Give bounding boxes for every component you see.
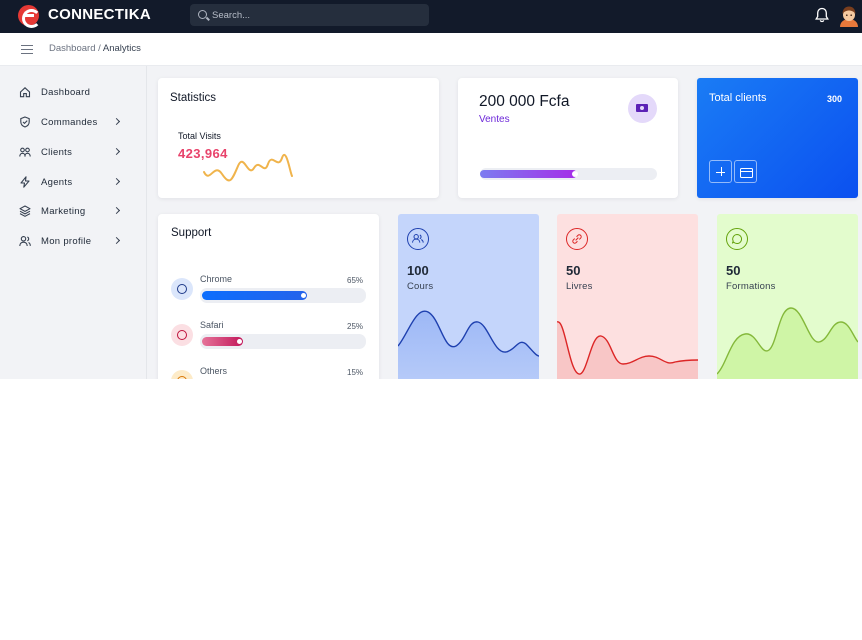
- total-clients-card: Total clients 300: [697, 78, 858, 198]
- shield-icon: [20, 116, 30, 128]
- cours-wave: [398, 310, 539, 379]
- sidebar-item-commandes[interactable]: Commandes: [0, 110, 147, 134]
- sidebar-item-label: Dashboard: [41, 87, 91, 98]
- menu-toggle-icon[interactable]: [21, 45, 33, 54]
- logo-icon[interactable]: [18, 5, 41, 28]
- sales-card: 200 000 Fcfa Ventes: [458, 78, 678, 198]
- sidebar-item-label: Clients: [41, 147, 73, 158]
- support-percent: 65%: [347, 276, 364, 285]
- support-row-safari: Safari 25%: [158, 320, 379, 360]
- lightning-icon: [20, 176, 30, 188]
- users-icon: [407, 228, 429, 250]
- livres-wave: [557, 321, 698, 379]
- sales-amount: 200 000 Fcfa: [479, 93, 570, 110]
- top-bar: CONNECTIKA: [0, 0, 862, 33]
- statistics-title: Statistics: [170, 92, 217, 104]
- chevron-right-icon: [112, 206, 121, 215]
- livres-label: Livres: [566, 281, 593, 292]
- credit-card-button[interactable]: [734, 160, 757, 183]
- compass-icon: [171, 324, 193, 346]
- user-icon: [19, 236, 31, 247]
- support-name: Others: [200, 366, 228, 376]
- support-row-chrome: Chrome 65%: [158, 274, 379, 314]
- formations-card[interactable]: 50 Formations: [717, 214, 858, 379]
- search-icon: [198, 10, 207, 19]
- sidebar-item-label: Commandes: [41, 117, 98, 128]
- formations-wave: [717, 307, 858, 379]
- sidebar-item-label: Marketing: [41, 206, 86, 217]
- sidebar-item-agents[interactable]: Agents: [0, 170, 147, 194]
- support-title: Support: [171, 227, 212, 239]
- dashboard-app: CONNECTIKA Dashboard / Analytics Das: [0, 0, 862, 379]
- layers-icon: [19, 205, 31, 217]
- globe-icon: [171, 370, 193, 379]
- visits-sparkline: [203, 154, 293, 182]
- sales-progress-fill: [480, 170, 578, 178]
- breadcrumb: Dashboard / Analytics: [49, 43, 141, 54]
- sidebar-item-label: Agents: [41, 177, 73, 188]
- search-input[interactable]: [212, 6, 422, 24]
- breadcrumb-current: Analytics: [102, 43, 141, 54]
- support-percent: 15%: [347, 368, 364, 377]
- support-progress-fill: [202, 337, 243, 346]
- formations-label: Formations: [726, 281, 776, 292]
- add-client-button[interactable]: [709, 160, 732, 183]
- sidebar-item-label: Mon profile: [41, 236, 92, 247]
- sales-label: Ventes: [479, 114, 510, 125]
- sidebar: Dashboard Commandes Clients Agents Marke…: [0, 66, 147, 379]
- support-progress-fill: [202, 291, 307, 300]
- cours-value: 100: [407, 263, 429, 278]
- support-name: Safari: [200, 320, 224, 330]
- support-progress-track: [200, 288, 366, 303]
- total-clients-title: Total clients: [709, 92, 767, 104]
- users-icon: [19, 147, 31, 157]
- support-percent: 25%: [347, 322, 364, 331]
- app-name[interactable]: CONNECTIKA: [48, 6, 151, 23]
- chat-icon: [726, 228, 748, 250]
- chrome-icon: [171, 278, 193, 300]
- link-icon: [566, 228, 588, 250]
- sidebar-item-marketing[interactable]: Marketing: [0, 199, 147, 223]
- livres-card[interactable]: 50 Livres: [557, 214, 698, 379]
- support-name: Chrome: [200, 274, 233, 284]
- livres-value: 50: [566, 263, 581, 278]
- support-row-others: Others 15%: [158, 366, 379, 379]
- support-card: Support Chrome 65% Safari 25% Others 15%: [158, 214, 379, 379]
- total-clients-count: 300: [827, 94, 843, 104]
- cours-card[interactable]: 100 Cours: [398, 214, 539, 379]
- home-icon: [19, 87, 31, 98]
- chevron-right-icon: [112, 117, 121, 126]
- breadcrumb-root[interactable]: Dashboard: [49, 43, 95, 54]
- breadcrumb-separator: /: [98, 43, 101, 54]
- statistics-card: Statistics Total Visits 423,964: [158, 78, 439, 198]
- sales-progress-track: [480, 168, 657, 180]
- formations-value: 50: [726, 263, 741, 278]
- chevron-right-icon: [112, 147, 121, 156]
- total-visits-label: Total Visits: [178, 131, 221, 141]
- cours-label: Cours: [407, 281, 434, 292]
- chevron-right-icon: [112, 236, 121, 245]
- sidebar-item-clients[interactable]: Clients: [0, 140, 147, 164]
- chevron-right-icon: [112, 177, 121, 186]
- money-icon: [628, 94, 657, 123]
- sidebar-item-dashboard[interactable]: Dashboard: [0, 80, 147, 104]
- support-progress-track: [200, 334, 366, 349]
- sidebar-item-mon-profile[interactable]: Mon profile: [0, 229, 147, 253]
- breadcrumb-bar: Dashboard / Analytics: [0, 33, 862, 66]
- bell-icon[interactable]: [815, 7, 829, 23]
- avatar[interactable]: [839, 5, 859, 27]
- search-box[interactable]: [190, 4, 429, 26]
